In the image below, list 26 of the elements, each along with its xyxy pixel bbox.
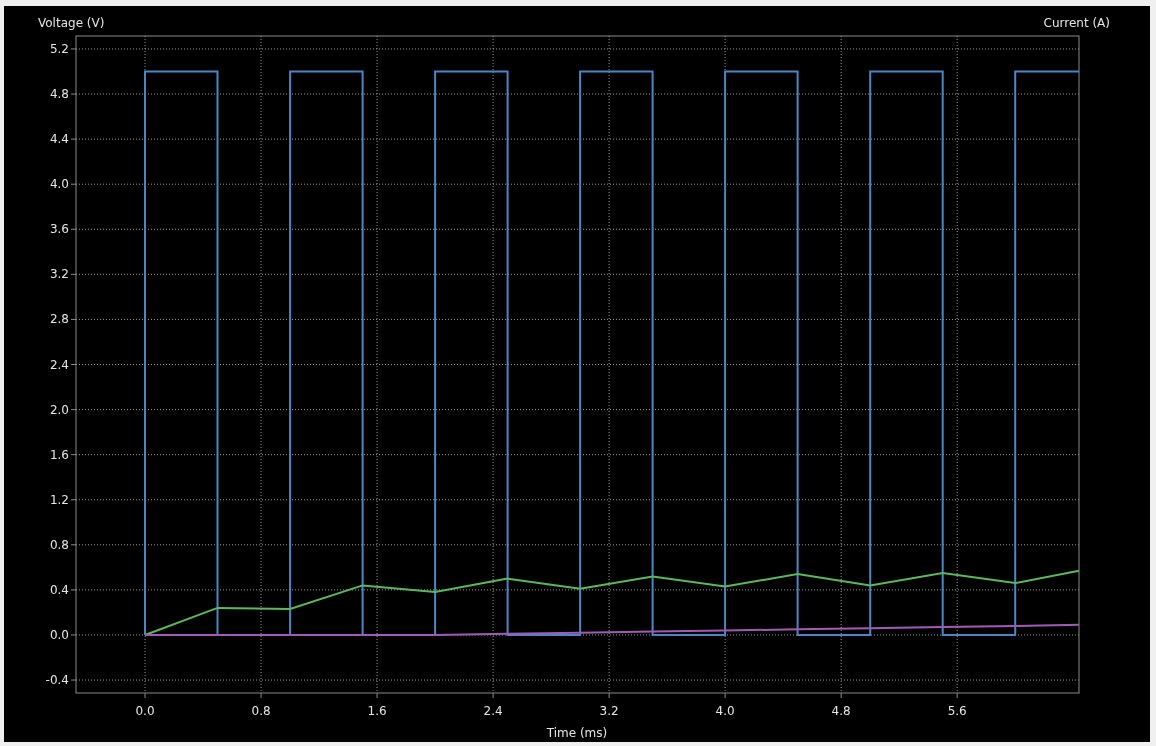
y-tick-label: 3.6 xyxy=(49,222,69,237)
y-tick-label: 2.4 xyxy=(49,357,69,372)
y-tick-label: 4.8 xyxy=(49,87,69,102)
x-tick-label: 3.2 xyxy=(599,704,619,718)
y-axis-label: Voltage (V) xyxy=(38,16,105,30)
x-axis-label: Time (ms) xyxy=(546,726,608,740)
x-tick-label: 2.4 xyxy=(483,704,503,718)
y-tick-label: 1.2 xyxy=(49,492,69,507)
y-tick-label: 5.2 xyxy=(49,41,69,56)
y-tick-label: 0.8 xyxy=(49,537,69,552)
y-tick-label: 1.6 xyxy=(49,447,69,462)
x-tick-label: 4.0 xyxy=(715,704,735,718)
y-tick-label: 2.8 xyxy=(49,312,69,327)
x-tick-label: 5.6 xyxy=(947,704,967,718)
x-tick-label: 0.0 xyxy=(135,704,155,718)
y-tick-label: 4.4 xyxy=(49,132,69,147)
x-tick-label: 0.8 xyxy=(251,704,271,718)
x-tick-label: 4.8 xyxy=(831,704,851,718)
y-tick-label: 0.4 xyxy=(49,582,69,597)
x-tick-label: 1.6 xyxy=(367,704,387,718)
right-axis-label: Current (A) xyxy=(1043,16,1110,30)
y-tick-label: 2.0 xyxy=(49,402,69,417)
y-tick-label: 0.0 xyxy=(49,627,69,642)
y-tick-label: 3.2 xyxy=(49,267,69,282)
y-tick-label: -0.4 xyxy=(45,673,69,688)
y-tick-label: 4.0 xyxy=(49,177,69,192)
